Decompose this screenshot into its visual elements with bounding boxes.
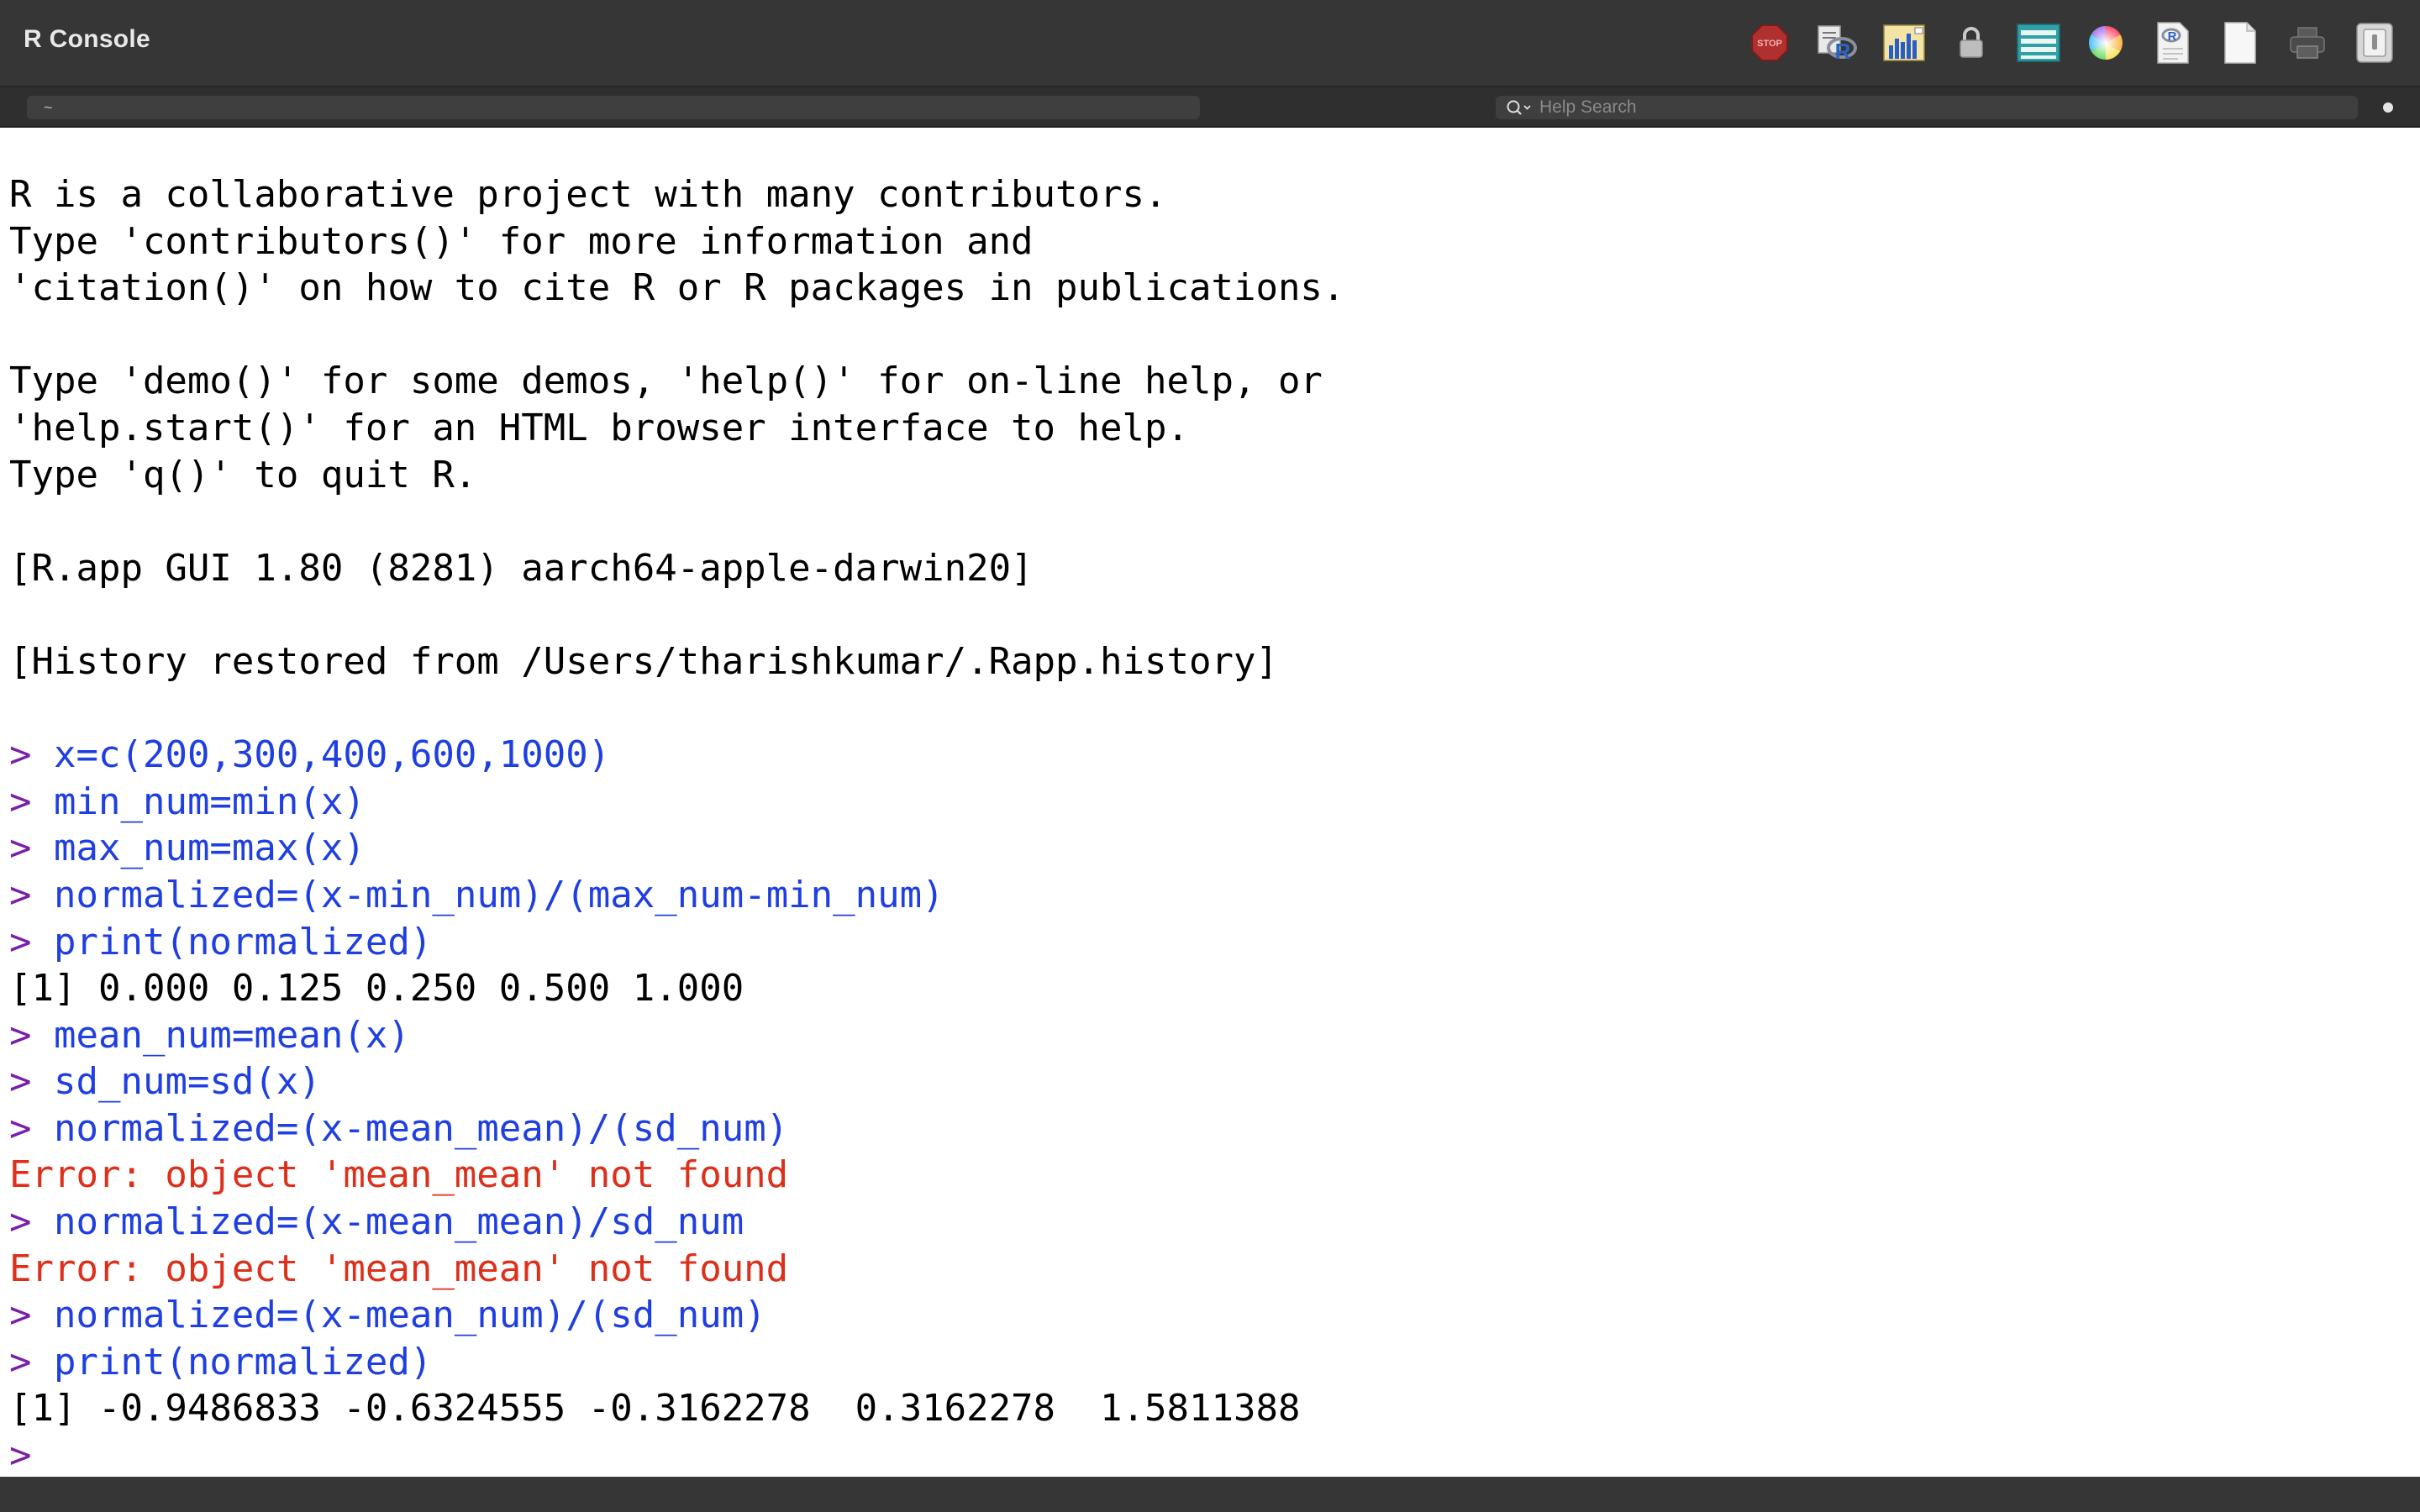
console-command-line: > print(normalized): [9, 1339, 2404, 1386]
busy-indicator: [2383, 102, 2393, 113]
console-command-line: > max_num=max(x): [9, 825, 2404, 872]
working-directory-field[interactable]: ~: [27, 96, 1200, 119]
print-icon: [2290, 27, 2325, 59]
console-command-line: > x=c(200,300,400,600,1000): [9, 732, 2404, 779]
console-input-line: >: [9, 1432, 2404, 1477]
svg-text:R: R: [1835, 39, 1851, 64]
drawer-toggle-icon: [2356, 23, 2393, 63]
r-console-window: R Console STOP R R ~ Help Search R is a …: [0, 0, 2420, 1512]
toolbar: STOP R R: [1729, 15, 2402, 71]
colors-button[interactable]: [2079, 16, 2133, 70]
console-output-text: Type 'demo()' for some demos, 'help()' f…: [9, 360, 1323, 403]
print-button[interactable]: [2281, 16, 2334, 70]
console-command-line: > sd_num=sd(x): [9, 1058, 2404, 1105]
console-prompt: >: [9, 1340, 32, 1383]
stop-icon-label: STOP: [1757, 39, 1782, 49]
console-command-text: normalized=(x-mean_num)/(sd_num): [54, 1294, 766, 1337]
console-prompt: >: [9, 873, 32, 916]
console-prompt: >: [9, 1106, 32, 1150]
console-output-line: [R.app GUI 1.80 (8281) aarch64-apple-dar…: [9, 545, 2404, 592]
console-output-text: Type 'q()' to quit R.: [9, 453, 477, 496]
console-output-line: Type 'demo()' for some demos, 'help()' f…: [9, 358, 2404, 405]
console-command-line: > normalized=(x-mean_mean)/(sd_num): [9, 1105, 2404, 1152]
console-output[interactable]: R is a collaborative project with many c…: [0, 128, 2420, 1477]
svg-text:R: R: [2168, 29, 2177, 44]
console-lines: R is a collaborative project with many c…: [9, 171, 2404, 1477]
console-command-line: > print(normalized): [9, 919, 2404, 966]
console-output-line: R is a collaborative project with many c…: [9, 171, 2404, 218]
console-error-text: Error: object 'mean_mean' not found: [9, 1247, 789, 1290]
console-prompt: >: [9, 827, 32, 870]
console-prompt: >: [9, 1013, 32, 1057]
console-command-line: > normalized=(x-mean_mean)/sd_num: [9, 1199, 2404, 1246]
console-output-text: [R.app GUI 1.80 (8281) aarch64-apple-dar…: [9, 546, 1034, 590]
console-prompt: >: [9, 920, 32, 963]
console-prompt: >: [9, 733, 32, 777]
console-command-text: print(normalized): [54, 920, 433, 963]
console-command-text: max_num=max(x): [54, 827, 366, 870]
window-title: R Console: [24, 25, 151, 53]
open-document-icon: R: [2157, 22, 2189, 64]
help-search-input[interactable]: [1539, 96, 2346, 119]
help-search-field[interactable]: [1496, 96, 2358, 119]
console-output-text: [1] -0.9486833 -0.6324555 -0.3162278 0.3…: [9, 1387, 1301, 1431]
console-prompt: >: [9, 1434, 32, 1477]
title-bar: R Console STOP R R: [0, 0, 2420, 87]
console-command-line: > normalized=(x-mean_num)/(sd_num): [9, 1292, 2404, 1339]
new-quartz-device-button[interactable]: [1877, 16, 1931, 70]
source-script-button[interactable]: R: [1810, 16, 1864, 70]
workspace-browser-icon: [2017, 24, 2060, 62]
console-command-line: > normalized=(x-min_num)/(max_num-min_nu…: [9, 872, 2404, 919]
console-output-line: Type 'q()' to quit R.: [9, 452, 2404, 499]
console-error-line: Error: object 'mean_mean' not found: [9, 1246, 2404, 1293]
console-output-text: R is a collaborative project with many c…: [9, 173, 1167, 216]
console-output-line: [1] 0.000 0.125 0.250 0.500 1.000: [9, 965, 2404, 1012]
stop-icon: STOP: [1751, 24, 1788, 61]
console-command-text: print(normalized): [54, 1340, 433, 1383]
console-error-line: Error: object 'mean_mean' not found: [9, 1152, 2404, 1199]
console-command-line: > mean_num=mean(x): [9, 1012, 2404, 1059]
console-command-text: normalized=(x-mean_mean)/(sd_num): [54, 1106, 789, 1150]
console-output-text: [History restored from /Users/tharishkum…: [9, 639, 1278, 683]
toggle-drawer-button[interactable]: [2348, 16, 2402, 70]
console-command-text: mean_num=mean(x): [54, 1013, 410, 1057]
new-document-button[interactable]: [2213, 16, 2267, 70]
search-icon: [1507, 100, 1531, 115]
console-output-line: [1] -0.9486833 -0.6324555 -0.3162278 0.3…: [9, 1385, 2404, 1432]
console-prompt: >: [9, 1200, 32, 1244]
quartz-graphics-icon: [1883, 24, 1925, 61]
open-document-button[interactable]: R: [2146, 16, 2200, 70]
source-r-script-icon: R: [1818, 25, 1857, 64]
color-wheel-icon: [2089, 26, 2123, 60]
console-output-line: Type 'contributors()' for more informati…: [9, 218, 2404, 265]
console-prompt: >: [9, 1294, 32, 1337]
console-prompt: >: [9, 1060, 32, 1104]
authentication-lock-button[interactable]: [1944, 16, 1998, 70]
console-output-text: 'citation()' on how to cite R or R packa…: [9, 266, 1345, 310]
console-command-text: x=c(200,300,400,600,1000): [54, 733, 611, 777]
console-command-text: sd_num=sd(x): [54, 1060, 321, 1104]
path-search-bar: ~: [0, 87, 2420, 128]
lock-icon: [1960, 27, 1983, 58]
bottom-bar: [0, 1477, 2420, 1512]
console-output-line: 'help.start()' for an HTML browser inter…: [9, 405, 2404, 452]
console-output-text: 'help.start()' for an HTML browser inter…: [9, 406, 1189, 449]
console-output-line: 'citation()' on how to cite R or R packa…: [9, 265, 2404, 312]
console-output-text: Type 'contributors()' for more informati…: [9, 219, 1034, 263]
console-command-line: > min_num=min(x): [9, 779, 2404, 826]
console-error-text: Error: object 'mean_mean' not found: [9, 1153, 789, 1197]
console-prompt: >: [9, 780, 32, 823]
new-document-icon: [2224, 22, 2256, 64]
workspace-browser-button[interactable]: [2012, 16, 2065, 70]
stop-button[interactable]: STOP: [1743, 16, 1797, 70]
console-output-text: [1] 0.000 0.125 0.250 0.500 1.000: [9, 967, 744, 1011]
console-command-text: normalized=(x-mean_mean)/sd_num: [54, 1200, 744, 1244]
console-command-text: min_num=min(x): [54, 780, 366, 823]
console-command-text: normalized=(x-min_num)/(max_num-min_num): [54, 873, 944, 916]
console-output-line: [History restored from /Users/tharishkum…: [9, 638, 2404, 685]
